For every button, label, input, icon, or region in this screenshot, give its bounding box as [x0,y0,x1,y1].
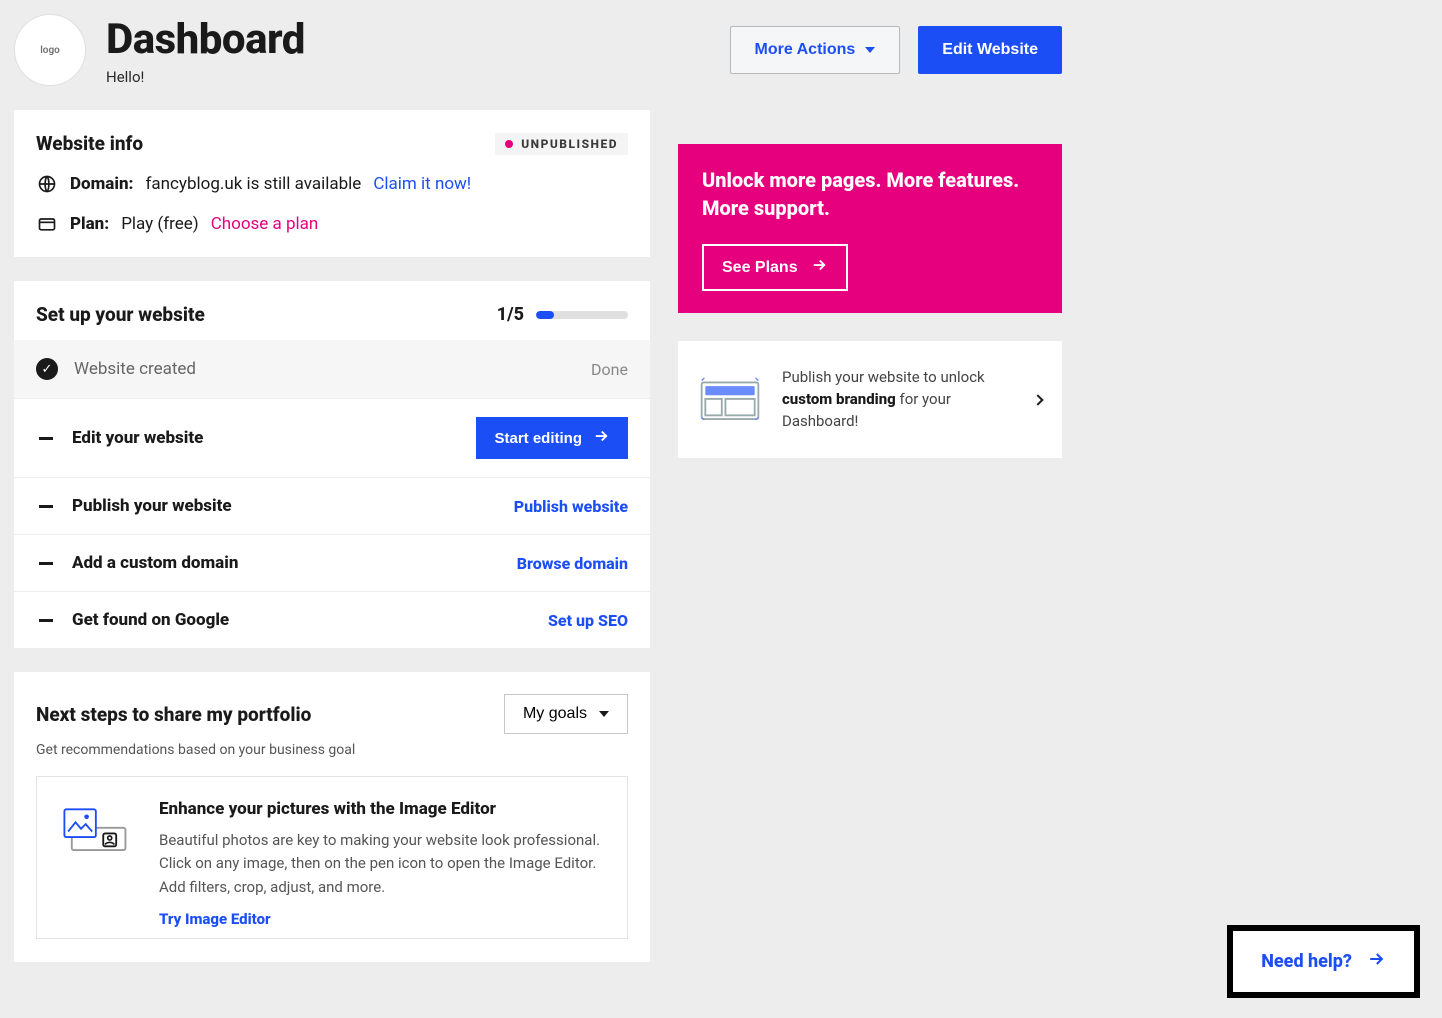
dash-icon [36,437,56,440]
progress-text: 1/5 [497,304,524,325]
setup-progress: 1/5 [497,304,628,325]
claim-domain-link[interactable]: Claim it now! [373,174,471,194]
next-steps-card: Next steps to share my portfolio My goal… [14,672,650,962]
page-header: logo Dashboard Hello! More Actions Edit … [14,14,1062,86]
setup-item-label: Website created [74,359,196,379]
dash-icon [36,619,56,622]
domain-row: Domain: fancyblog.uk is still available … [36,173,628,195]
arrow-right-icon [810,256,828,279]
next-steps-subtitle: Get recommendations based on your busine… [14,742,650,776]
website-info-title: Website info [36,132,143,155]
browser-window-icon [698,375,762,425]
dash-icon [36,562,56,565]
setup-item-label: Add a custom domain [72,553,238,573]
publish-hint-card[interactable]: Publish your website to unlock custom br… [678,341,1062,458]
publish-website-link[interactable]: Publish website [514,497,628,516]
setup-item-label: Publish your website [72,496,232,516]
edit-website-label: Edit Website [942,41,1038,59]
start-editing-label: Start editing [494,430,582,447]
globe-icon [36,173,58,195]
publish-hint-pre: Publish your website to unlock [782,368,985,386]
tip-title: Enhance your pictures with the Image Edi… [159,799,607,819]
arrow-right-icon [592,427,610,449]
my-goals-button[interactable]: My goals [504,694,628,734]
check-circle-icon: ✓ [36,358,58,380]
arrow-right-icon [1366,949,1386,974]
browse-domain-link[interactable]: Browse domain [517,554,628,573]
plan-label: Plan: [70,214,109,234]
status-badge-label: UNPUBLISHED [521,137,618,151]
try-image-editor-link[interactable]: Try Image Editor [159,910,271,928]
tip-box: Enhance your pictures with the Image Edi… [36,776,628,939]
greeting: Hello! [106,68,305,86]
chevron-right-icon [1032,394,1043,405]
progress-fill [536,311,554,319]
more-actions-button[interactable]: More Actions [730,26,901,74]
choose-plan-link[interactable]: Choose a plan [211,214,319,234]
setup-item-status: Done [591,360,628,379]
next-steps-title: Next steps to share my portfolio [36,703,311,726]
promo-title: Unlock more pages. More features. More s… [702,166,1038,222]
promo-card: Unlock more pages. More features. More s… [678,144,1062,313]
setup-card: Set up your website 1/5 ✓ Website create… [14,281,650,648]
setup-item-seo: Get found on Google Set up SEO [14,591,650,648]
page-title: Dashboard [106,15,305,64]
dash-icon [36,505,56,508]
publish-hint-bold: custom branding [782,390,896,408]
setup-item-label: Edit your website [72,428,203,448]
website-info-card: Website info UNPUBLISHED Domain: fancybl… [14,110,650,257]
see-plans-button[interactable]: See Plans [702,244,848,291]
image-editor-icon [57,799,131,853]
setup-title: Set up your website [36,303,205,326]
setup-item-domain: Add a custom domain Browse domain [14,534,650,591]
card-icon [36,213,58,235]
progress-bar [536,311,628,319]
need-help-label: Need help? [1261,951,1352,972]
logo: logo [14,14,86,86]
plan-row: Plan: Play (free) Choose a plan [36,213,628,235]
status-dot-icon [505,140,513,148]
start-editing-button[interactable]: Start editing [476,417,628,459]
chevron-down-icon [599,711,609,717]
more-actions-label: More Actions [755,41,856,59]
setup-item-created: ✓ Website created Done [14,340,650,398]
setup-item-publish: Publish your website Publish website [14,477,650,534]
domain-label: Domain: [70,174,133,194]
setup-seo-link[interactable]: Set up SEO [548,611,628,630]
plan-value: Play (free) [121,214,199,234]
publish-hint-text: Publish your website to unlock custom br… [782,367,1014,432]
status-badge: UNPUBLISHED [495,133,628,155]
my-goals-label: My goals [523,705,587,723]
setup-item-edit: Edit your website Start editing [14,398,650,477]
edit-website-button[interactable]: Edit Website [918,26,1062,74]
need-help-button[interactable]: Need help? [1227,925,1420,998]
setup-item-label: Get found on Google [72,610,229,630]
domain-value: fancyblog.uk is still available [145,174,361,194]
see-plans-label: See Plans [722,259,798,277]
chevron-down-icon [865,47,875,53]
tip-body: Beautiful photos are key to making your … [159,829,607,899]
